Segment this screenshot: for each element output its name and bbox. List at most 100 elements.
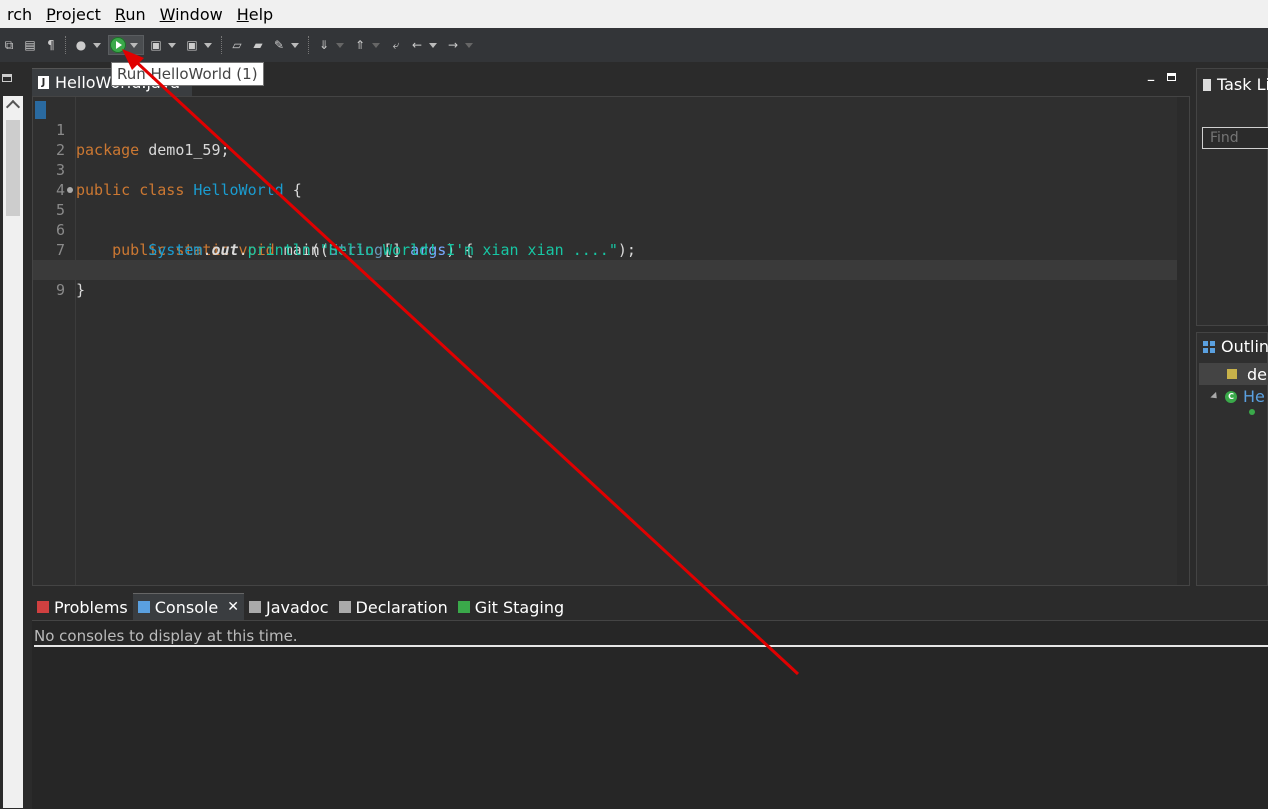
last-edit-icon[interactable]: ⤶	[387, 36, 405, 54]
outline-package-item[interactable]: de	[1199, 363, 1268, 385]
tab-console-label: Console	[154, 597, 219, 617]
outline-icon	[1203, 340, 1215, 353]
back-dropdown-icon[interactable]	[429, 42, 437, 48]
scroll-up-icon[interactable]	[5, 99, 21, 115]
outline-label: Outline	[1221, 337, 1268, 356]
tab-git-staging-label: Git Staging	[474, 597, 565, 617]
run-dropdown-icon[interactable]	[130, 42, 138, 48]
outline-package-label: de	[1247, 364, 1267, 384]
open-type-icon[interactable]: ▱	[228, 36, 246, 54]
external-tools-icon[interactable]: ▣	[183, 36, 201, 54]
back-arrow-icon[interactable]: ←	[408, 36, 426, 54]
forward-arrow-icon[interactable]: →	[444, 36, 462, 54]
menu-project-label: roject	[55, 4, 101, 24]
console-icon	[137, 601, 150, 613]
scroll-thumb[interactable]	[6, 120, 20, 216]
menu-search-label: rch	[7, 4, 33, 24]
editor-scrollbar[interactable]	[1177, 97, 1189, 585]
package-icon	[1227, 369, 1237, 379]
toggle-block-icon[interactable]: ⧉	[0, 36, 18, 54]
menu-help-mnemonic: H	[236, 4, 249, 24]
run-tooltip: Run HelloWorld (1)	[111, 62, 264, 86]
coverage-dropdown-icon[interactable]	[168, 42, 176, 48]
code-line: 5 public static void main(String[] args)…	[33, 180, 1177, 259]
toolbar-separator	[308, 36, 310, 54]
menu-project[interactable]: Project	[39, 5, 108, 24]
menu-run-label: un	[125, 4, 146, 24]
code-line: 2	[33, 120, 1177, 159]
toolbar: ⧉ ▤ ¶ ● ▣ ▣ ▱ ▰ ✎ ⇓ ⇑ ⤶ ← →	[0, 28, 1268, 62]
javadoc-icon	[249, 601, 261, 613]
menu-run-mnemonic: R	[114, 4, 126, 24]
menu-run[interactable]: Run	[108, 5, 153, 24]
minimize-icon[interactable]: –	[1147, 70, 1155, 89]
annotation-pen-icon[interactable]: ✎	[270, 36, 288, 54]
left-scrollbar[interactable]	[3, 96, 23, 808]
task-list-panel: Task Li	[1196, 68, 1268, 326]
code-line: 8 }	[33, 240, 1177, 299]
external-tools-dropdown-icon[interactable]	[204, 42, 212, 48]
problems-icon	[37, 601, 49, 613]
debug-dropdown-icon[interactable]	[93, 42, 101, 48]
code-line: 1 package demo1_59;	[33, 100, 1177, 159]
code-line-current: 9	[33, 260, 1177, 299]
tab-javadoc-label: Javadoc	[266, 597, 329, 617]
prev-annotation-icon[interactable]: ⇑	[351, 36, 369, 54]
task-list-label: Task Li	[1217, 75, 1268, 94]
prev-annotation-dropdown-icon[interactable]	[372, 42, 380, 48]
outline-panel: Outline de C He	[1196, 332, 1268, 586]
tab-console[interactable]: Console ✕	[132, 593, 244, 620]
method-icon[interactable]	[1249, 409, 1255, 415]
tab-problems-label: Problems	[54, 597, 128, 617]
menu-window-mnemonic: W	[159, 4, 176, 24]
code-line: 3 public class HelloWorld {	[33, 140, 1177, 199]
maximize-icon[interactable]	[1167, 73, 1176, 81]
pilcrow-icon[interactable]: ¶	[42, 36, 60, 54]
code-area[interactable]: 1 package demo1_59; 2 3 public class Hel…	[33, 100, 1177, 299]
coverage-icon[interactable]: ▣	[147, 36, 165, 54]
close-icon[interactable]: ✕	[227, 599, 239, 615]
task-list-icon	[1203, 78, 1211, 91]
menu-help-label: elp	[248, 4, 274, 24]
next-annotation-dropdown-icon[interactable]	[336, 42, 344, 48]
task-list-title[interactable]: Task Li	[1203, 75, 1268, 94]
run-button-group[interactable]	[108, 35, 144, 55]
java-file-icon: J	[38, 76, 49, 89]
menu-window-label: indow	[175, 4, 223, 24]
open-folder-icon[interactable]: ▰	[249, 36, 267, 54]
code-editor[interactable]: 1 package demo1_59; 2 3 public class Hel…	[32, 96, 1190, 586]
next-annotation-icon[interactable]: ⇓	[315, 36, 333, 54]
declaration-icon	[338, 601, 351, 613]
show-whitespace-icon[interactable]: ▤	[21, 36, 39, 54]
run-icon[interactable]	[110, 37, 126, 53]
menu-project-mnemonic: P	[46, 4, 56, 24]
tab-declaration[interactable]: Declaration	[334, 594, 453, 620]
console-divider	[34, 645, 1268, 647]
console-message: No consoles to display at this time.	[34, 627, 298, 645]
restore-icon[interactable]	[2, 74, 12, 82]
menu-search[interactable]: rch	[0, 5, 39, 24]
tab-declaration-label: Declaration	[355, 597, 448, 617]
outline-class-item[interactable]: C He	[1210, 387, 1265, 406]
tab-git-staging[interactable]: Git Staging	[453, 594, 569, 620]
bottom-view-tabbar: Problems Console ✕ Javadoc Declaration G…	[32, 592, 1268, 620]
toolbar-separator	[221, 36, 223, 54]
menu-help[interactable]: Help	[230, 5, 280, 24]
fold-marker-icon[interactable]	[67, 187, 73, 193]
expand-icon[interactable]	[1210, 391, 1220, 402]
line-number: 9	[55, 281, 65, 299]
code-line: 7 }	[33, 220, 1177, 279]
forward-dropdown-icon[interactable]	[465, 42, 473, 48]
tab-javadoc[interactable]: Javadoc	[244, 594, 334, 620]
menu-bar: rch Project Run Window Help	[0, 0, 1268, 28]
debug-icon[interactable]: ●	[72, 36, 90, 54]
find-input[interactable]	[1202, 127, 1268, 149]
outline-class-label: He	[1243, 387, 1265, 406]
outline-title[interactable]: Outline	[1203, 337, 1268, 356]
menu-window[interactable]: Window	[153, 5, 230, 24]
class-icon: C	[1225, 390, 1237, 403]
code-line: 4	[33, 160, 1177, 199]
console-view[interactable]: No consoles to display at this time.	[32, 620, 1268, 809]
annotation-dropdown-icon[interactable]	[291, 42, 299, 48]
tab-problems[interactable]: Problems	[32, 594, 133, 620]
